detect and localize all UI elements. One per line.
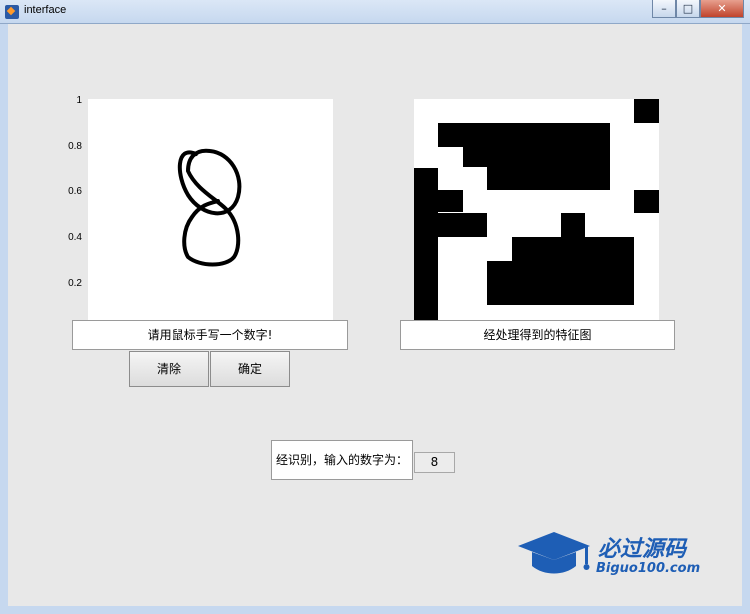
window-frame-left: [0, 24, 8, 614]
ytick-label: 0.8: [68, 141, 82, 152]
result-value: 8: [414, 452, 455, 473]
feature-block: [487, 261, 634, 305]
feature-block: [463, 147, 610, 167]
graduation-cap-icon: [518, 532, 590, 574]
minimize-button[interactable]: –: [652, 0, 676, 18]
result-label: 经识别，输入的数字为：: [271, 440, 413, 480]
handwritten-digit-stroke: [177, 148, 242, 267]
window-title: interface: [24, 4, 67, 16]
right-caption: 经处理得到的特征图: [400, 320, 675, 350]
logo-text-en: Biguo100.com: [596, 561, 701, 576]
feature-map-image: [414, 99, 659, 320]
close-button[interactable]: ✕: [700, 0, 744, 18]
title-bar: interface – □ ✕: [0, 0, 750, 24]
window-frame-bottom: [0, 606, 750, 614]
feature-block: [487, 167, 610, 190]
feature-block: [414, 168, 438, 320]
clear-button[interactable]: 清除: [129, 351, 209, 387]
matlab-icon: [5, 5, 19, 19]
feature-block: [438, 123, 610, 147]
watermark-logo: 必过源码 Biguo100.com: [514, 528, 714, 580]
ytick-label: 0.4: [68, 232, 82, 243]
ytick-label: 0.2: [68, 278, 82, 289]
confirm-button[interactable]: 确定: [210, 351, 290, 387]
feature-block: [561, 213, 585, 237]
feature-block: [634, 190, 659, 213]
maximize-button[interactable]: □: [676, 0, 700, 18]
feature-block: [634, 99, 659, 123]
ytick-label: 0.6: [68, 186, 82, 197]
window-frame-right: [742, 24, 750, 614]
feature-block: [512, 237, 634, 261]
window-controls: – □ ✕: [652, 0, 744, 18]
left-caption: 请用鼠标手写一个数字!: [72, 320, 348, 350]
feature-block: [438, 213, 487, 237]
drawing-canvas[interactable]: [88, 99, 333, 320]
feature-block: [438, 190, 463, 212]
ytick-label: 1: [76, 95, 82, 106]
logo-text-cn: 必过源码: [598, 537, 687, 562]
